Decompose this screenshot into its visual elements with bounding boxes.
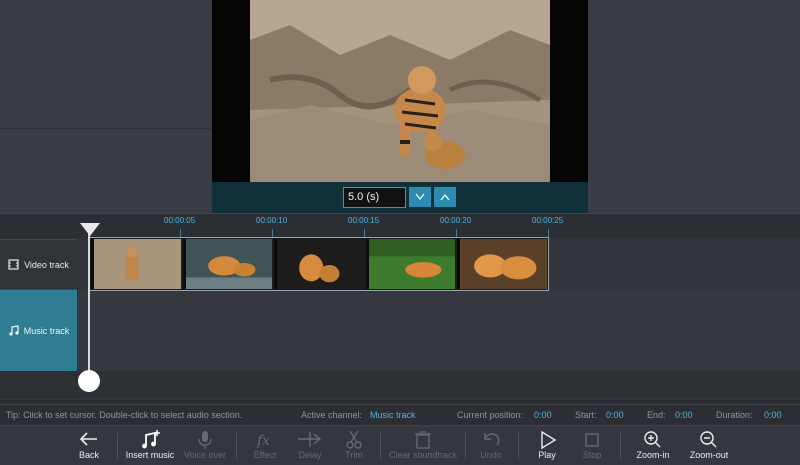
video-track-label: Video track	[24, 259, 69, 270]
video-preview[interactable]: 5.0 (s)	[212, 0, 588, 213]
toolbar-separator	[380, 433, 381, 459]
tick-label: 00:00:05	[164, 216, 196, 225]
music-editor-window: 5.0 (s) 00:00:05 00:00:10 00:00:15 00:00…	[0, 0, 800, 465]
scrollbar-track[interactable]	[0, 400, 800, 405]
video-clip-2[interactable]	[182, 239, 273, 289]
preview-left-panel	[0, 0, 211, 213]
film-icon	[8, 259, 19, 270]
arrow-left-icon	[79, 432, 97, 446]
tick-label: 00:00:10	[256, 216, 288, 225]
music-track-header[interactable]: Music track	[0, 290, 77, 371]
insert-music-label: Insert music	[125, 450, 175, 460]
stop-button[interactable]: Stop	[573, 429, 611, 465]
clear-soundtrack-label: Clear soundtrack	[388, 450, 458, 460]
tick-label: 00:00:20	[440, 216, 472, 225]
undo-icon	[484, 433, 500, 446]
duration-value: 0:00	[764, 410, 782, 420]
time-ruler[interactable]: 00:00:05 00:00:10 00:00:15 00:00:20 00:0…	[0, 213, 800, 239]
trim-button[interactable]: Trim	[336, 429, 372, 465]
end-label: End:	[647, 410, 666, 420]
trash-icon	[415, 431, 431, 449]
toolbar-separator	[518, 433, 519, 459]
timeline[interactable]: 00:00:05 00:00:10 00:00:15 00:00:20 00:0…	[0, 213, 800, 399]
start-label: Start:	[575, 410, 597, 420]
chevron-up-icon	[440, 193, 450, 201]
divider	[0, 128, 211, 129]
duration-label: Duration:	[716, 410, 753, 420]
status-bar: Tip: Click to set cursor. Double-click t…	[0, 400, 800, 425]
decrease-duration-button[interactable]	[409, 187, 431, 207]
current-position-label: Current position:	[457, 410, 524, 420]
delay-icon	[298, 432, 322, 447]
svg-text:fx: fx	[256, 433, 270, 449]
video-clips	[89, 237, 549, 291]
video-clip-4[interactable]	[365, 239, 456, 289]
clear-soundtrack-button[interactable]: Clear soundtrack	[386, 429, 460, 465]
zoom-out-label: Zoom-out	[689, 450, 729, 460]
video-clip-3[interactable]	[274, 239, 364, 289]
voice-over-button[interactable]: Voice over	[182, 429, 228, 465]
active-channel-label: Active channel:	[301, 410, 363, 420]
tick-label: 00:00:15	[348, 216, 380, 225]
status-tip: Tip: Click to set cursor. Double-click t…	[6, 410, 243, 420]
toolbar-separator	[620, 433, 621, 459]
insert-music-button[interactable]: Insert music	[122, 429, 178, 465]
chevron-down-icon	[415, 193, 425, 201]
zoom-out-button[interactable]: Zoom-out	[686, 429, 732, 465]
increase-duration-button[interactable]	[434, 187, 456, 207]
track-headers: Video track Music track	[0, 238, 77, 399]
zoom-out-icon	[700, 431, 717, 448]
zoom-in-label: Zoom-in	[636, 450, 670, 460]
video-track-header[interactable]: Video track	[0, 239, 77, 290]
back-label: Back	[78, 450, 99, 460]
end-value: 0:00	[675, 410, 693, 420]
delay-button[interactable]: Delay	[290, 429, 330, 465]
duration-bar: 5.0 (s)	[212, 182, 588, 213]
preview-image-tigers	[250, 0, 550, 182]
playhead-marker[interactable]	[80, 223, 100, 236]
playhead-line[interactable]	[88, 233, 90, 383]
start-value: 0:00	[606, 410, 624, 420]
play-icon	[541, 430, 557, 450]
fx-icon: fx	[256, 433, 270, 449]
voice-over-label: Voice over	[183, 450, 227, 460]
toolbar-separator	[236, 433, 237, 459]
current-position-value: 0:00	[534, 410, 552, 420]
toolbar: Back Insert music Voice over fx Effect D…	[0, 425, 800, 465]
stop-icon	[585, 433, 599, 447]
effect-button[interactable]: fx Effect	[246, 429, 284, 465]
delay-label: Delay	[298, 450, 322, 460]
play-label: Play	[538, 450, 556, 460]
music-track-label: Music track	[23, 325, 70, 336]
active-channel-value: Music track	[370, 410, 416, 420]
effect-label: Effect	[253, 450, 277, 460]
undo-label: Undo	[480, 450, 502, 460]
toolbar-separator	[465, 433, 466, 459]
toolbar-separator	[117, 433, 118, 459]
tick-label: 00:00:25	[532, 216, 564, 225]
preview-right-panel	[588, 0, 800, 213]
zoom-in-button[interactable]: Zoom-in	[630, 429, 676, 465]
back-button[interactable]: Back	[70, 429, 108, 465]
undo-button[interactable]: Undo	[472, 429, 510, 465]
duration-input[interactable]: 5.0 (s)	[343, 187, 406, 208]
music-track-lane[interactable]	[78, 290, 800, 371]
play-button[interactable]: Play	[528, 429, 566, 465]
video-clip-1[interactable]	[91, 239, 181, 289]
trim-label: Trim	[345, 450, 363, 460]
scissors-icon	[346, 430, 362, 449]
preview-area: 5.0 (s)	[0, 0, 800, 213]
playhead-handle[interactable]	[78, 370, 100, 392]
music-add-icon	[142, 430, 160, 449]
microphone-icon	[198, 431, 212, 449]
video-clip-5[interactable]	[457, 239, 547, 289]
stop-label: Stop	[582, 450, 602, 460]
music-note-icon	[9, 325, 19, 336]
zoom-in-icon	[644, 431, 661, 448]
